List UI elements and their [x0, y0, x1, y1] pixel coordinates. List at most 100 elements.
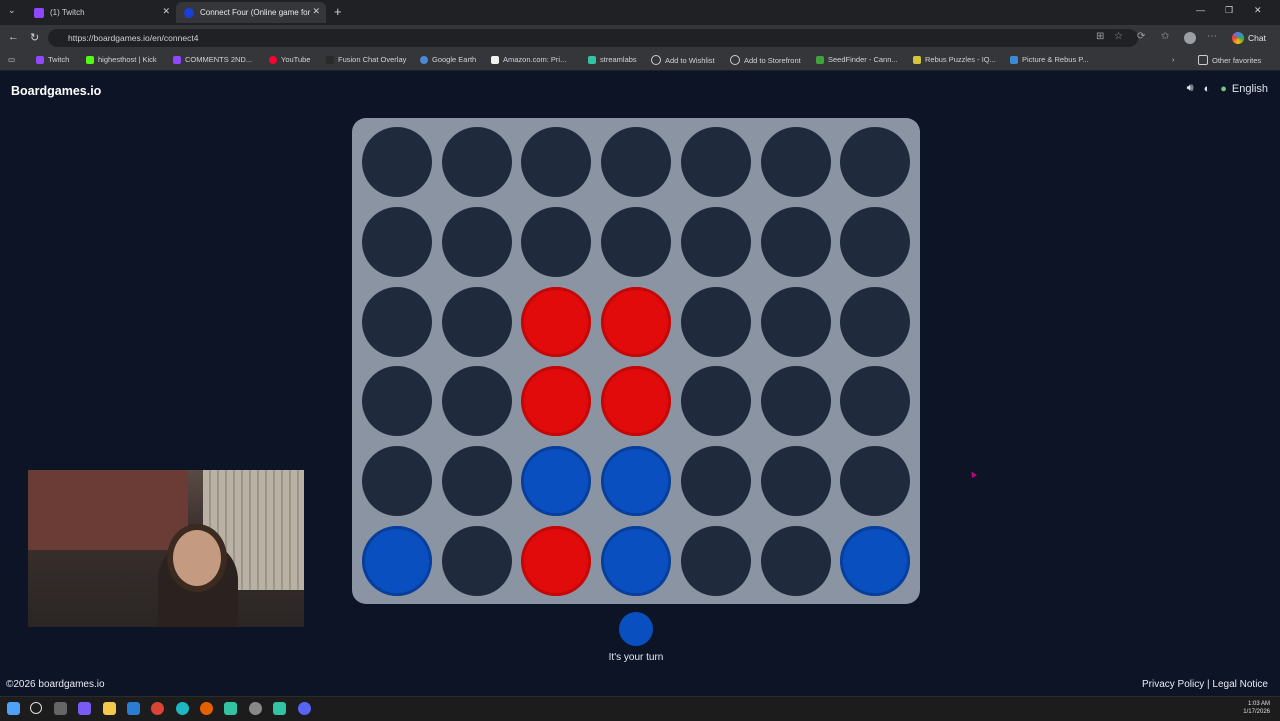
disc-blue[interactable] — [601, 526, 672, 596]
refresh-icon[interactable]: ↻ — [30, 31, 39, 44]
bookmark-item[interactable]: COMMENTS 2ND... — [173, 55, 252, 64]
board-slot-empty[interactable] — [840, 286, 911, 357]
board-slot-empty[interactable] — [362, 366, 432, 437]
extensions-icon[interactable]: ⟳ — [1137, 31, 1145, 42]
board-slot-empty[interactable] — [680, 366, 751, 437]
app-icon[interactable] — [273, 702, 286, 715]
app-icon[interactable] — [78, 702, 91, 715]
bookmark-item[interactable]: SeedFinder - Cann... — [816, 55, 898, 64]
board-slot-empty[interactable] — [760, 446, 831, 517]
board-slot-empty[interactable] — [760, 366, 831, 437]
board-slot-empty[interactable] — [362, 127, 432, 197]
board-slot-empty[interactable] — [760, 526, 831, 596]
board-slot-empty[interactable] — [760, 206, 831, 277]
tab-twitch[interactable]: (1) Twitch ✕ — [26, 2, 176, 23]
disc-blue[interactable] — [521, 446, 592, 517]
chevron-right-icon[interactable]: › — [1172, 55, 1175, 64]
copilot-chat-button[interactable]: Chat — [1226, 29, 1272, 47]
disc-red[interactable] — [601, 286, 672, 357]
bookmark-item[interactable]: Fusion Chat Overlay — [326, 55, 406, 64]
board-slot-empty[interactable] — [441, 366, 512, 437]
bookmark-item[interactable]: streamlabs — [588, 55, 637, 64]
app-icon[interactable] — [127, 702, 140, 715]
board-slot-empty[interactable] — [601, 127, 672, 197]
twitch-icon — [34, 7, 44, 18]
board-slot-empty[interactable] — [680, 526, 751, 596]
privacy-policy-link[interactable]: Privacy Policy — [1142, 679, 1204, 690]
other-favorites[interactable]: Other favorites — [1198, 55, 1261, 65]
board-slot-empty[interactable] — [840, 206, 911, 277]
globe-icon[interactable]: ● — [1220, 83, 1227, 95]
back-icon[interactable]: ← — [8, 31, 19, 43]
firefox-icon[interactable] — [200, 702, 213, 715]
app-available-icon[interactable]: ⊞ — [1096, 31, 1104, 42]
favorites-icon[interactable]: ✩ — [1161, 31, 1169, 42]
system-clock[interactable]: 1:03 AM 1/17/2026 — [1243, 700, 1270, 716]
clock-date: 1/17/2026 — [1243, 709, 1270, 715]
board-slot-empty[interactable] — [362, 446, 432, 517]
board-slot-empty[interactable] — [680, 446, 751, 517]
board-slot-empty[interactable] — [441, 446, 512, 517]
board-slot-empty[interactable] — [760, 127, 831, 197]
file-explorer-icon[interactable] — [103, 702, 116, 715]
url-field[interactable]: https://boardgames.io/en/connect4 — [48, 29, 1138, 47]
minimize-icon[interactable]: — — [1196, 5, 1205, 15]
board-slot-empty[interactable] — [521, 127, 592, 197]
edge-icon[interactable] — [176, 702, 189, 715]
board-slot-empty[interactable] — [840, 127, 911, 197]
bookmark-item[interactable]: YouTube — [269, 55, 310, 64]
bookmark-item[interactable]: Twitch — [36, 55, 69, 64]
board-slot-empty[interactable] — [362, 206, 432, 277]
bookmark-item[interactable]: Add to Wishlist — [651, 55, 715, 65]
board-slot-empty[interactable] — [441, 286, 512, 357]
more-menu-icon[interactable]: ⋯ — [1207, 31, 1217, 42]
board-slot-empty[interactable] — [760, 286, 831, 357]
disc-blue[interactable] — [840, 526, 911, 596]
disc-red[interactable] — [521, 366, 592, 437]
bookmark-item[interactable]: Amazon.com: Pri... — [491, 55, 566, 64]
close-window-icon[interactable]: ✕ — [1254, 5, 1262, 16]
disc-red[interactable] — [521, 526, 592, 596]
streamlabs-icon[interactable] — [224, 702, 237, 715]
board-slot-empty[interactable] — [441, 127, 512, 197]
close-tab-icon[interactable]: ✕ — [312, 6, 320, 17]
site-logo[interactable]: Boardgames.io — [11, 84, 101, 98]
bookmark-item[interactable]: Google Earth — [420, 55, 476, 64]
board-slot-empty[interactable] — [441, 206, 512, 277]
bookmark-item[interactable]: highesthost | Kick — [86, 55, 157, 64]
tab-connect-four[interactable]: Connect Four (Online game for 2... ✕ — [176, 2, 326, 23]
disc-red[interactable] — [601, 366, 672, 437]
tabs-menu-icon[interactable]: ▭ — [8, 55, 15, 64]
board-slot-empty[interactable] — [680, 286, 751, 357]
board-slot-empty[interactable] — [680, 206, 751, 277]
search-icon[interactable] — [30, 702, 42, 714]
bookmark-item[interactable]: Picture & Rebus P... — [1010, 55, 1089, 64]
language-selector[interactable]: English — [1232, 83, 1268, 95]
tab-list-icon[interactable]: ⌄ — [8, 5, 16, 16]
bookmark-item[interactable]: Rebus Puzzles - IQ... — [913, 55, 996, 64]
favorite-star-icon[interactable]: ☆ — [1114, 31, 1123, 42]
disc-blue[interactable] — [362, 526, 432, 596]
board-slot-empty[interactable] — [441, 526, 512, 596]
close-tab-icon[interactable]: ✕ — [162, 6, 170, 17]
profile-avatar[interactable] — [1184, 32, 1196, 44]
task-view-icon[interactable] — [54, 702, 67, 715]
board-slot-empty[interactable] — [601, 206, 672, 277]
dark-mode-icon[interactable]: ◐ — [1204, 83, 1211, 95]
legal-notice-link[interactable]: Legal Notice — [1212, 679, 1268, 690]
sound-icon[interactable]: 🔊︎ — [1187, 82, 1194, 95]
start-icon[interactable] — [7, 702, 20, 715]
disc-red[interactable] — [521, 286, 592, 357]
settings-icon[interactable] — [249, 702, 262, 715]
board-slot-empty[interactable] — [521, 206, 592, 277]
discord-icon[interactable] — [298, 702, 311, 715]
chrome-icon[interactable] — [151, 702, 164, 715]
board-slot-empty[interactable] — [840, 446, 911, 517]
new-tab-icon[interactable]: + — [334, 4, 342, 19]
board-slot-empty[interactable] — [362, 286, 432, 357]
disc-blue[interactable] — [601, 446, 672, 517]
board-slot-empty[interactable] — [680, 127, 751, 197]
restore-icon[interactable]: ❐ — [1225, 5, 1233, 16]
bookmark-item[interactable]: Add to Storefront — [730, 55, 801, 65]
board-slot-empty[interactable] — [840, 366, 911, 437]
